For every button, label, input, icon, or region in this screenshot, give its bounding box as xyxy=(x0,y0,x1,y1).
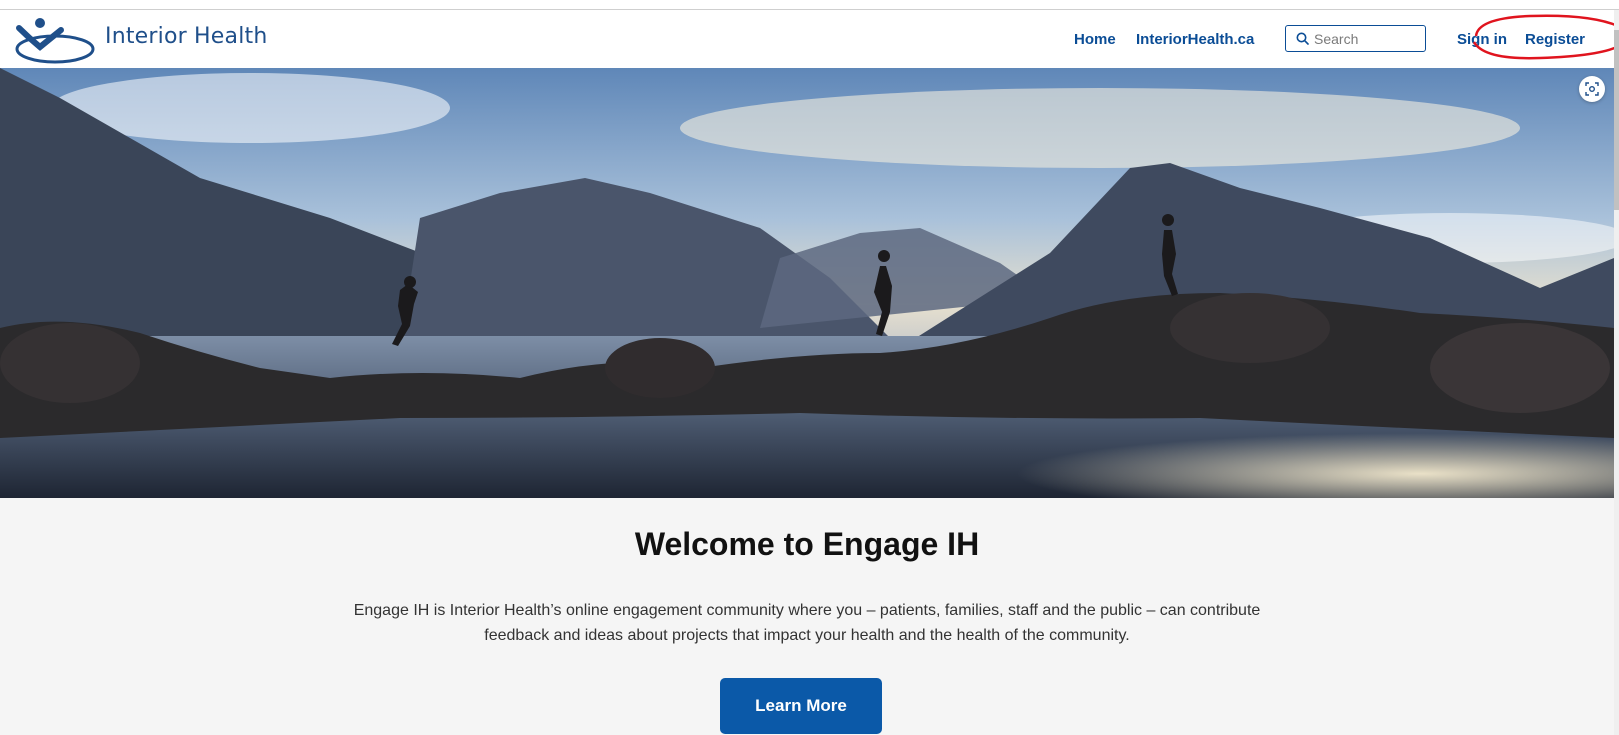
description-line-2: feedback and ideas about projects that i… xyxy=(484,627,1130,644)
screenshot-capture-icon[interactable] xyxy=(1579,76,1605,102)
nav-home-link[interactable]: Home xyxy=(1074,31,1116,48)
nav-interiorhealth-link[interactable]: InteriorHealth.ca xyxy=(1136,31,1254,48)
learn-more-button[interactable]: Learn More xyxy=(720,678,882,734)
page-title: Welcome to Engage IH xyxy=(634,526,980,562)
search-box[interactable] xyxy=(1285,25,1426,52)
register-link[interactable]: Register xyxy=(1525,31,1585,48)
brand-name[interactable]: Interior Health xyxy=(105,24,268,49)
site-header: Interior Health Home InteriorHealth.ca S… xyxy=(0,10,1614,68)
browser-top-strip xyxy=(0,0,1619,10)
hero-banner-image xyxy=(0,68,1614,498)
search-input[interactable] xyxy=(1309,30,1424,47)
interior-health-logo-icon[interactable] xyxy=(13,14,97,66)
search-icon xyxy=(1296,32,1309,45)
scrollbar-thumb[interactable] xyxy=(1614,30,1619,210)
page-description: Engage IH is Interior Health’s online en… xyxy=(300,598,1314,648)
lake-mountain-photo xyxy=(0,68,1614,498)
description-line-1: Engage IH is Interior Health’s online en… xyxy=(353,602,1261,619)
sign-in-link[interactable]: Sign in xyxy=(1457,31,1507,48)
